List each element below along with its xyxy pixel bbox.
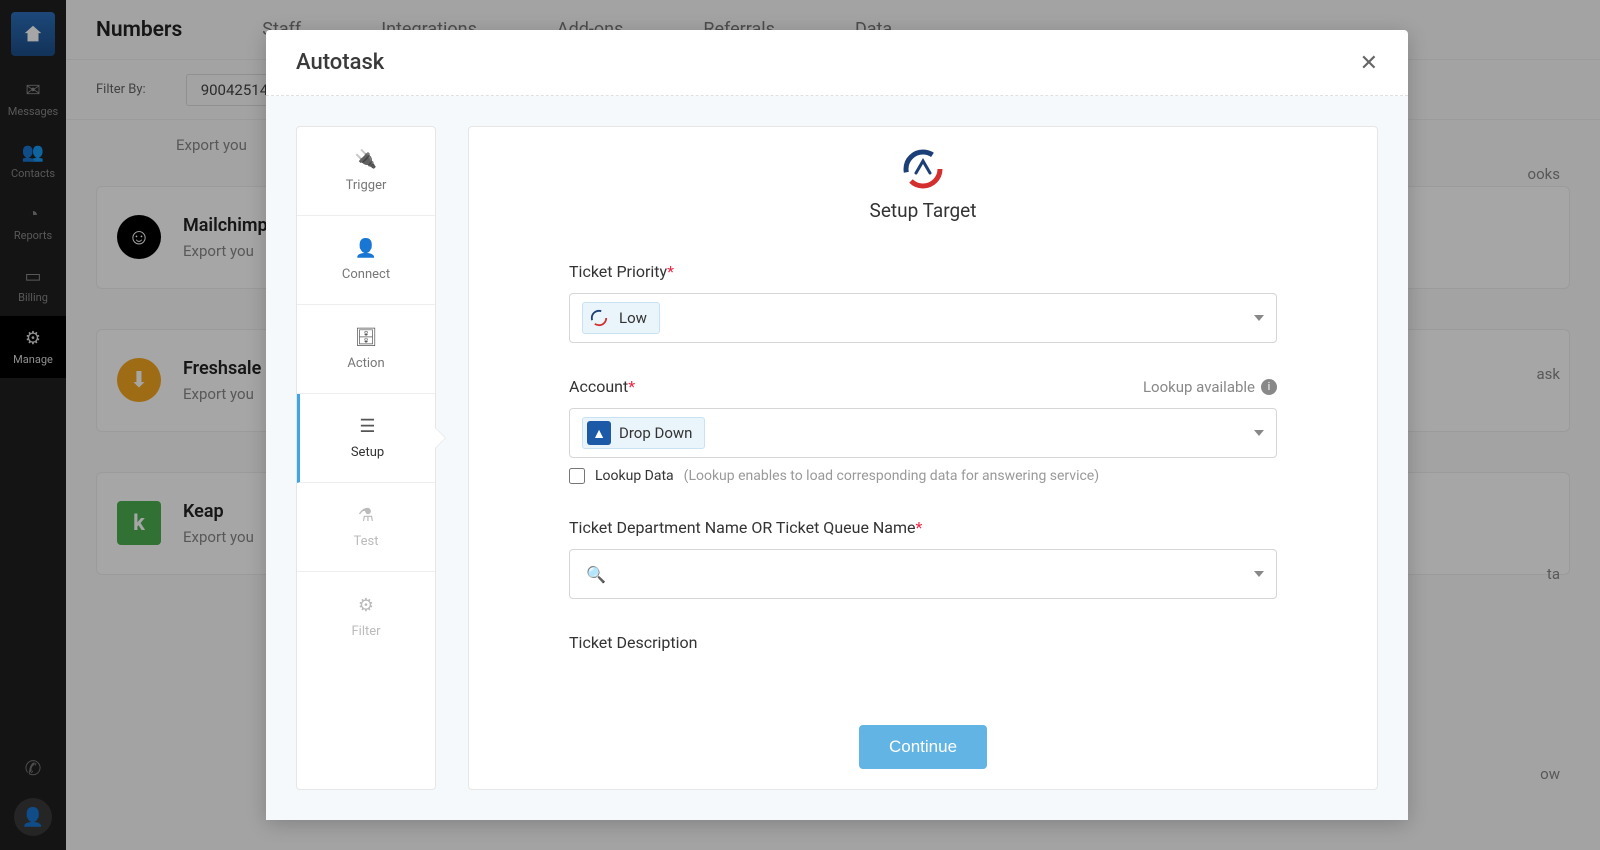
step-label: Filter: [351, 624, 380, 639]
content-heading: Setup Target: [870, 199, 977, 222]
step-label: Action: [347, 356, 384, 371]
department-select[interactable]: 🔍: [569, 549, 1277, 599]
required-star: *: [667, 262, 674, 281]
search-icon: 🔍: [586, 565, 606, 584]
required-star: *: [628, 377, 635, 396]
chip-label: Drop Down: [619, 424, 692, 442]
field-label: Ticket Description: [569, 633, 697, 652]
chip-account: ▲ Drop Down: [582, 417, 705, 449]
step-action[interactable]: 🗄 Action: [297, 305, 435, 394]
setup-content: Setup Target Ticket Priority*: [468, 126, 1378, 790]
field-label: Account: [569, 377, 628, 396]
field-description: Ticket Description: [569, 633, 1277, 652]
autotask-chip-icon: [587, 306, 611, 330]
step-connect[interactable]: 👤 Connect: [297, 216, 435, 305]
chevron-down-icon: [1254, 430, 1264, 436]
plug-icon: 🔌: [355, 149, 377, 170]
autotask-modal: Autotask ✕ 🔌 Trigger 👤 Connect 🗄 Action …: [266, 30, 1408, 820]
chevron-down-icon: [1254, 315, 1264, 321]
flask-icon: ⚗: [358, 505, 374, 526]
field-label: Ticket Department Name OR Ticket Queue N…: [569, 518, 916, 537]
ticket-priority-select[interactable]: Low: [569, 293, 1277, 343]
dropdown-chip-icon: ▲: [587, 421, 611, 445]
step-label: Setup: [351, 445, 384, 460]
lookup-data-row[interactable]: Lookup Data (Lookup enables to load corr…: [569, 468, 1277, 484]
account-select[interactable]: ▲ Drop Down: [569, 408, 1277, 458]
step-label: Connect: [342, 267, 390, 282]
database-icon: 🗄: [355, 327, 378, 348]
step-label: Test: [354, 534, 379, 549]
autotask-logo: [903, 149, 943, 189]
field-department: Ticket Department Name OR Ticket Queue N…: [569, 518, 1277, 599]
step-setup[interactable]: ☰ Setup: [297, 394, 435, 483]
close-button[interactable]: ✕: [1360, 50, 1378, 76]
close-icon: ✕: [1360, 50, 1378, 75]
lookup-data-checkbox[interactable]: [569, 468, 585, 484]
lookup-available-hint: Lookup available i: [1143, 378, 1277, 396]
field-ticket-priority: Ticket Priority* Low: [569, 262, 1277, 343]
step-test[interactable]: ⚗ Test: [297, 483, 435, 572]
lookup-data-label: Lookup Data: [595, 468, 674, 484]
step-filter[interactable]: ⚙ Filter: [297, 572, 435, 661]
required-star: *: [916, 518, 923, 537]
step-label: Trigger: [346, 178, 387, 193]
list-icon: ☰: [359, 416, 375, 437]
field-account: Account* Lookup available i ▲ Drop Down: [569, 377, 1277, 484]
step-trigger[interactable]: 🔌 Trigger: [297, 127, 435, 216]
chip-label: Low: [619, 309, 647, 327]
field-label: Ticket Priority: [569, 262, 667, 281]
modal-header: Autotask ✕: [266, 30, 1408, 96]
step-panel: 🔌 Trigger 👤 Connect 🗄 Action ☰ Setup ⚗ T…: [296, 126, 436, 790]
info-icon[interactable]: i: [1261, 379, 1277, 395]
lookup-data-hint: (Lookup enables to load corresponding da…: [684, 468, 1099, 484]
person-icon: 👤: [355, 238, 377, 259]
modal-title: Autotask: [296, 50, 384, 75]
continue-button[interactable]: Continue: [859, 725, 987, 769]
chevron-down-icon: [1254, 571, 1264, 577]
sliders-icon: ⚙: [358, 595, 374, 616]
chip-priority: Low: [582, 302, 660, 334]
